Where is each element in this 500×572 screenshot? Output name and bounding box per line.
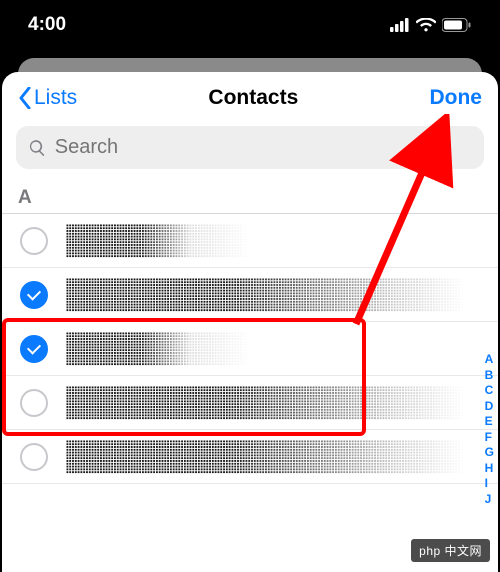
back-label: Lists (34, 86, 77, 110)
cellular-icon (390, 18, 410, 32)
index-letter[interactable]: F (485, 430, 494, 444)
search-icon (28, 138, 47, 158)
contact-row[interactable] (2, 430, 498, 484)
back-button[interactable]: Lists (18, 86, 77, 110)
index-letter[interactable]: D (485, 399, 494, 413)
index-letter[interactable]: G (485, 445, 494, 459)
section-header: A (2, 187, 498, 214)
selection-radio[interactable] (20, 335, 48, 363)
contact-name-redacted (66, 440, 482, 474)
chevron-left-icon (18, 87, 32, 109)
search-field[interactable] (16, 126, 484, 169)
watermark: php 中文网 (411, 539, 490, 562)
index-letter[interactable]: A (485, 352, 494, 366)
done-button[interactable]: Done (429, 86, 482, 110)
selection-radio[interactable] (20, 389, 48, 417)
selection-radio[interactable] (20, 227, 48, 255)
battery-icon (442, 18, 472, 32)
index-letter[interactable]: H (485, 461, 494, 475)
status-time: 4:00 (28, 14, 66, 36)
index-letter[interactable]: E (485, 414, 494, 428)
status-bar: 4:00 (0, 0, 500, 50)
contact-row[interactable] (2, 376, 498, 430)
nav-bar: Lists Contacts Done (2, 72, 498, 120)
page-title: Contacts (208, 86, 298, 110)
index-letter[interactable]: J (485, 492, 494, 506)
selection-radio[interactable] (20, 281, 48, 309)
selection-radio[interactable] (20, 443, 48, 471)
alphabet-index[interactable]: A B C D E F G H I J (485, 352, 494, 506)
status-right (390, 18, 472, 32)
contacts-sheet: Lists Contacts Done A A B C D E F G H I (2, 72, 498, 572)
contact-name-redacted (66, 332, 482, 366)
index-letter[interactable]: B (485, 368, 494, 382)
contact-name-redacted (66, 386, 482, 420)
index-letter[interactable]: C (485, 383, 494, 397)
wifi-icon (416, 18, 436, 32)
contact-name-redacted (66, 224, 482, 258)
index-letter[interactable]: I (485, 476, 494, 490)
contact-row[interactable] (2, 214, 498, 268)
contact-name-redacted (66, 278, 482, 312)
contact-row[interactable] (2, 268, 498, 322)
search-input[interactable] (55, 136, 472, 159)
contact-row[interactable] (2, 322, 498, 376)
